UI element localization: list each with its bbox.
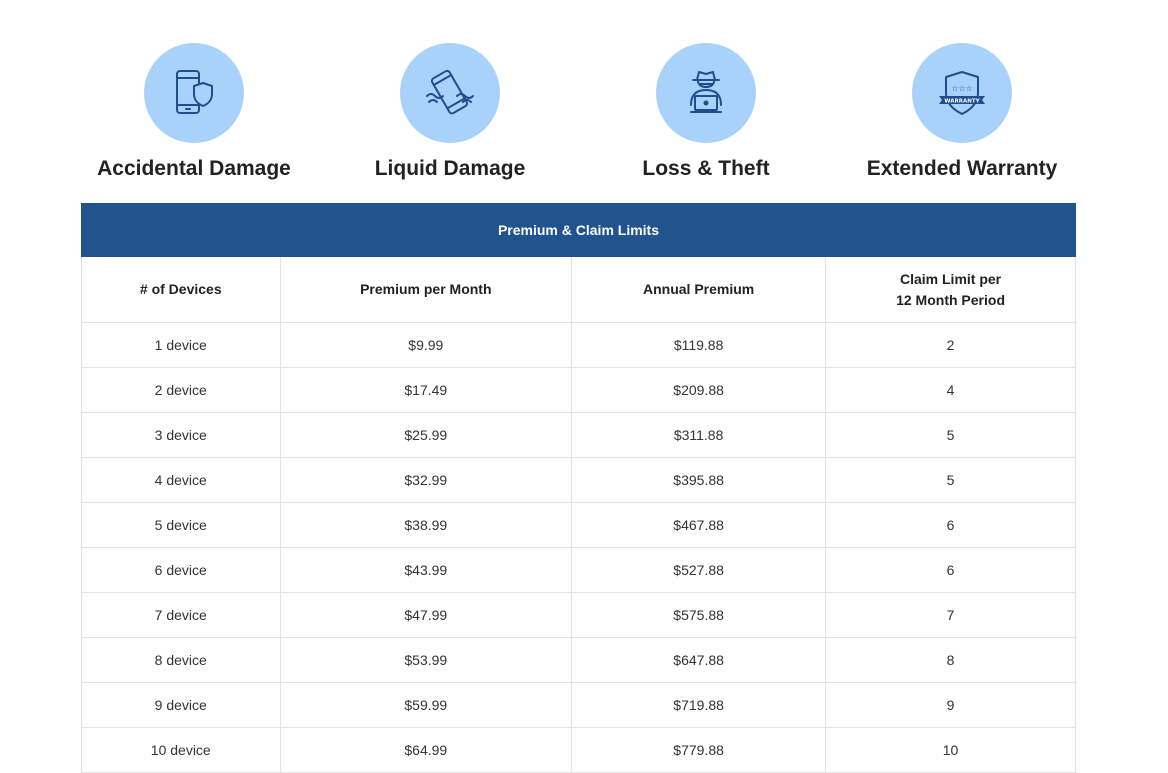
- header-claim-limit-line1: Claim Limit per: [899, 270, 1002, 287]
- cell-premium-month: $43.99: [279, 547, 573, 593]
- cell-devices: 10 device: [81, 727, 281, 773]
- cell-devices: 2 device: [81, 367, 281, 413]
- cell-devices: 6 device: [81, 547, 281, 593]
- table-row: 6 device $43.99 $527.88 6: [81, 547, 1076, 593]
- cell-devices: 9 device: [81, 682, 281, 728]
- cell-devices: 5 device: [81, 502, 281, 548]
- cell-premium-month: $32.99: [279, 457, 573, 503]
- table-row: 3 device $25.99 $311.88 5: [81, 412, 1076, 458]
- cell-annual-premium: $647.88: [571, 637, 827, 683]
- cell-annual-premium: $527.88: [571, 547, 827, 593]
- feature-title: Loss & Theft: [642, 157, 770, 180]
- table-caption: Premium & Claim Limits: [81, 203, 1076, 257]
- cell-claim-limit: 2: [825, 322, 1076, 368]
- header-annual-premium: Annual Premium: [571, 256, 827, 323]
- cell-annual-premium: $395.88: [571, 457, 827, 503]
- cell-devices: 1 device: [81, 322, 281, 368]
- premium-claim-table: Premium & Claim Limits # of Devices Prem…: [81, 203, 1076, 773]
- table-row: 4 device $32.99 $395.88 5: [81, 457, 1076, 503]
- hacker-laptop-icon: [690, 71, 722, 113]
- cell-annual-premium: $119.88: [571, 322, 827, 368]
- cell-annual-premium: $779.88: [571, 727, 827, 773]
- cell-claim-limit: 5: [825, 412, 1076, 458]
- header-premium-per-month: Premium per Month: [279, 256, 573, 323]
- cell-claim-limit: 6: [825, 547, 1076, 593]
- cell-claim-limit: 5: [825, 457, 1076, 503]
- cell-claim-limit: 10: [825, 727, 1076, 773]
- cell-claim-limit: 7: [825, 592, 1076, 638]
- cell-premium-month: $17.49: [279, 367, 573, 413]
- feature-icon-circle: [656, 43, 756, 143]
- cell-annual-premium: $209.88: [571, 367, 827, 413]
- cell-claim-limit: 6: [825, 502, 1076, 548]
- cell-claim-limit: 8: [825, 637, 1076, 683]
- feature-icon-circle: ☆☆☆ WARRANTY: [912, 43, 1012, 143]
- feature-title: Extended Warranty: [866, 157, 1058, 180]
- table-header-row: # of Devices Premium per Month Annual Pr…: [81, 256, 1076, 323]
- cell-annual-premium: $719.88: [571, 682, 827, 728]
- cell-premium-month: $47.99: [279, 592, 573, 638]
- cell-premium-month: $64.99: [279, 727, 573, 773]
- feature-title: Accidental Damage: [97, 157, 291, 180]
- table-row: 7 device $47.99 $575.88 7: [81, 592, 1076, 638]
- cell-premium-month: $9.99: [279, 322, 573, 368]
- warranty-badge-text: WARRANTY: [944, 99, 980, 105]
- cell-annual-premium: $311.88: [571, 412, 827, 458]
- table-row: 1 device $9.99 $119.88 2: [81, 322, 1076, 368]
- cell-devices: 7 device: [81, 592, 281, 638]
- warranty-badge-icon: ☆☆☆ WARRANTY: [939, 71, 985, 115]
- phone-water-icon: [426, 69, 474, 115]
- cell-premium-month: $59.99: [279, 682, 573, 728]
- feature-accidental-damage: Accidental Damage: [66, 43, 322, 193]
- coverage-features: Accidental Damage Liquid Damage Loss & T…: [66, 43, 1090, 193]
- cell-annual-premium: $575.88: [571, 592, 827, 638]
- feature-title: Liquid Damage: [374, 157, 526, 180]
- feature-icon-circle: [400, 43, 500, 143]
- cell-devices: 4 device: [81, 457, 281, 503]
- table-row: 10 device $64.99 $779.88 10: [81, 727, 1076, 773]
- feature-loss-theft: Loss & Theft: [578, 43, 834, 193]
- feature-icon-circle: [144, 43, 244, 143]
- table-row: 8 device $53.99 $647.88 8: [81, 637, 1076, 683]
- cell-devices: 8 device: [81, 637, 281, 683]
- cell-claim-limit: 9: [825, 682, 1076, 728]
- table-caption-row: Premium & Claim Limits: [81, 203, 1076, 257]
- header-devices: # of Devices: [81, 256, 281, 323]
- svg-text:☆☆☆: ☆☆☆: [951, 84, 973, 93]
- cell-premium-month: $38.99: [279, 502, 573, 548]
- feature-extended-warranty: ☆☆☆ WARRANTY Extended Warranty: [834, 43, 1090, 193]
- cell-premium-month: $53.99: [279, 637, 573, 683]
- table-row: 2 device $17.49 $209.88 4: [81, 367, 1076, 413]
- table-row: 9 device $59.99 $719.88 9: [81, 682, 1076, 728]
- table-row: 5 device $38.99 $467.88 6: [81, 502, 1076, 548]
- cell-devices: 3 device: [81, 412, 281, 458]
- cell-claim-limit: 4: [825, 367, 1076, 413]
- cell-premium-month: $25.99: [279, 412, 573, 458]
- feature-liquid-damage: Liquid Damage: [322, 43, 578, 193]
- header-claim-limit-line2: 12 Month Period: [896, 291, 1005, 308]
- header-claim-limit: Claim Limit per 12 Month Period: [825, 256, 1076, 323]
- cell-annual-premium: $467.88: [571, 502, 827, 548]
- phone-shield-icon: [176, 70, 213, 114]
